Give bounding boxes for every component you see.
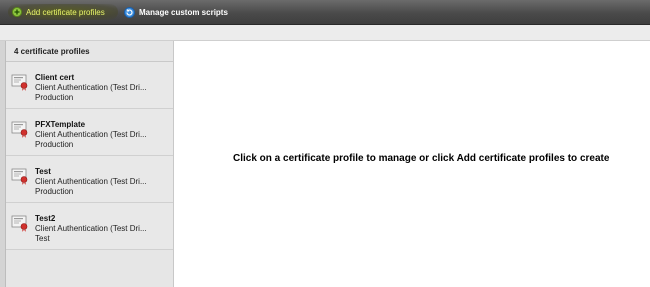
profile-item-pfxtemplate[interactable]: PFXTemplate Client Authentication (Test …: [6, 109, 173, 156]
certificate-icon: [11, 74, 28, 91]
plus-circle-icon: [12, 7, 22, 17]
profile-name: Test: [35, 167, 51, 176]
profile-name: Client cert: [35, 73, 75, 82]
add-certificate-profiles-label: Add certificate profiles: [26, 7, 105, 17]
profile-type: Client Authentication (Test Dri...: [35, 177, 147, 186]
profile-item-test2[interactable]: Test2 Client Authentication (Test Dri...…: [6, 203, 173, 250]
toolbar: Add certificate profiles Manage custom s…: [0, 0, 650, 25]
empty-state-message: Click on a certificate profile to manage…: [233, 153, 610, 164]
profile-type: Client Authentication (Test Dri...: [35, 83, 147, 92]
profile-environment: Test: [35, 234, 50, 243]
profile-type: Client Authentication (Test Dri...: [35, 224, 147, 233]
profile-environment: Production: [35, 93, 74, 102]
profile-environment: Production: [35, 140, 74, 149]
certificate-profile-list: 4 certificate profiles Client cert Clien…: [6, 41, 174, 287]
certificate-icon: [11, 168, 28, 185]
add-certificate-profiles-button[interactable]: Add certificate profiles: [8, 4, 118, 20]
profile-item-test[interactable]: Test Client Authentication (Test Dri... …: [6, 156, 173, 203]
profile-name: Test2: [35, 214, 56, 223]
profile-type: Client Authentication (Test Dri...: [35, 130, 147, 139]
manage-custom-scripts-label: Manage custom scripts: [139, 7, 228, 17]
profile-environment: Production: [35, 187, 74, 196]
refresh-icon: [124, 6, 135, 18]
certificate-icon: [11, 215, 28, 232]
profile-count-header: 4 certificate profiles: [6, 41, 173, 62]
sub-toolbar: [0, 25, 650, 41]
manage-custom-scripts-button[interactable]: Manage custom scripts: [124, 4, 228, 20]
profile-name: PFXTemplate: [35, 120, 86, 129]
certificate-icon: [11, 121, 28, 138]
profile-item-client-cert[interactable]: Client cert Client Authentication (Test …: [6, 62, 173, 109]
